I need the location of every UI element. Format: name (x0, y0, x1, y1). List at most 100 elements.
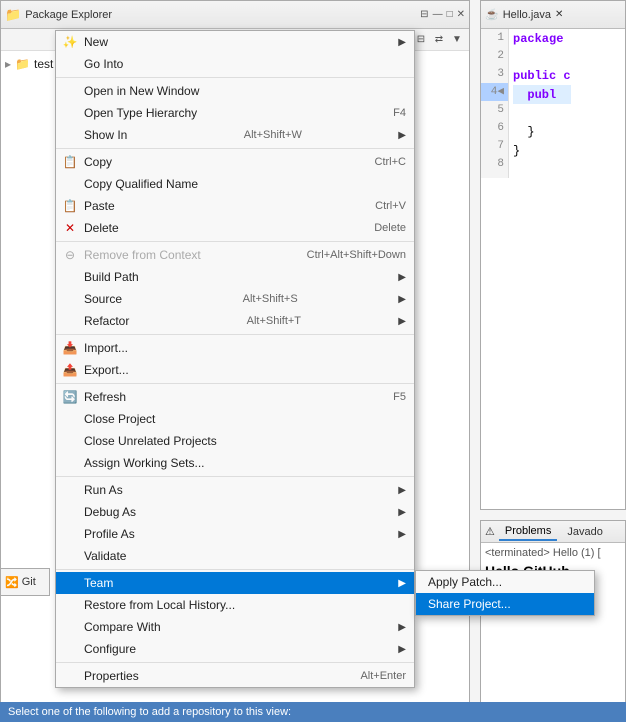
separator-4 (56, 334, 414, 335)
menu-item-close-project[interactable]: Close Project (56, 408, 414, 430)
menu-label-configure: Configure (84, 642, 136, 656)
package-explorer-minimize-icon[interactable]: — (433, 9, 443, 20)
package-explorer-title: Package Explorer (25, 9, 416, 21)
editor-close-icon[interactable]: ✕ (555, 9, 563, 20)
shortcut-f4: F4 (373, 107, 406, 119)
view-menu-icon[interactable]: ▼ (449, 32, 465, 48)
code-line-7: } (513, 141, 571, 160)
line-num-8: 8 (481, 155, 508, 173)
menu-item-run-as[interactable]: Run As ▶ (56, 479, 414, 501)
menu-item-go-into[interactable]: Go Into (56, 53, 414, 75)
refactor-arrow-icon: ▶ (398, 316, 406, 327)
shortcut-ctrl-c: Ctrl+C (355, 156, 406, 168)
menu-item-open-type-hierarchy[interactable]: Open Type Hierarchy F4 (56, 102, 414, 124)
menu-item-compare-with[interactable]: Compare With ▶ (56, 616, 414, 638)
export-icon: 📤 (62, 362, 78, 378)
import-icon: 📥 (62, 340, 78, 356)
menu-label-go-into: Go Into (84, 57, 123, 71)
status-bar-text: Select one of the following to add a rep… (8, 706, 291, 718)
menu-item-remove-context[interactable]: ⊖ Remove from Context Ctrl+Alt+Shift+Dow… (56, 244, 414, 266)
menu-item-copy-qualified[interactable]: Copy Qualified Name (56, 173, 414, 195)
code-line-3: public c (513, 66, 571, 85)
run-as-arrow-icon: ▶ (398, 485, 406, 496)
code-area: 1 2 3 4◀ 5 6 7 8 package public c publ }… (481, 29, 625, 178)
menu-item-build-path[interactable]: Build Path ▶ (56, 266, 414, 288)
shortcut-alt-shift-t: Alt+Shift+T (227, 315, 301, 327)
line-num-5: 5 (481, 101, 508, 119)
menu-item-copy[interactable]: 📋 Copy Ctrl+C (56, 151, 414, 173)
menu-item-team[interactable]: Team ▶ (56, 572, 414, 594)
menu-label-open-type-hierarchy: Open Type Hierarchy (84, 106, 197, 120)
menu-item-refresh[interactable]: 🔄 Refresh F5 (56, 386, 414, 408)
line-numbers: 1 2 3 4◀ 5 6 7 8 (481, 29, 509, 178)
separator-3 (56, 241, 414, 242)
separator-8 (56, 662, 414, 663)
show-in-arrow-icon: ▶ (398, 130, 406, 141)
submenu-item-share-project[interactable]: Share Project... (416, 593, 594, 615)
console-panel: ⚠ Problems Javado <terminated> Hello (1)… (480, 520, 626, 720)
menu-item-open-new-window[interactable]: Open in New Window (56, 80, 414, 102)
console-titlebar: ⚠ Problems Javado (481, 521, 625, 543)
collapse-all-icon[interactable]: ⊟ (413, 32, 429, 48)
menu-item-export[interactable]: 📤 Export... (56, 359, 414, 381)
menu-label-profile-as: Profile As (84, 527, 135, 541)
new-arrow-icon: ▶ (398, 37, 406, 48)
menu-label-source: Source (84, 292, 122, 306)
tab-javadoc[interactable]: Javado (561, 524, 608, 540)
editor-titlebar: ☕ Hello.java ✕ (481, 1, 625, 29)
menu-label-remove-context: Remove from Context (84, 248, 201, 262)
shortcut-remove-context: Ctrl+Alt+Shift+Down (287, 249, 406, 261)
package-explorer-close-icon[interactable]: ✕ (457, 9, 465, 20)
menu-item-profile-as[interactable]: Profile As ▶ (56, 523, 414, 545)
menu-item-validate[interactable]: Validate (56, 545, 414, 567)
separator-2 (56, 148, 414, 149)
menu-label-team: Team (84, 576, 113, 590)
delete-icon: ✕ (62, 220, 78, 236)
menu-item-properties[interactable]: Properties Alt+Enter (56, 665, 414, 687)
code-line-4: publ (513, 85, 571, 104)
separator-5 (56, 383, 414, 384)
menu-item-delete[interactable]: ✕ Delete Delete (56, 217, 414, 239)
menu-label-copy-qualified: Copy Qualified Name (84, 177, 198, 191)
submenu-label-apply-patch: Apply Patch... (428, 575, 502, 589)
menu-item-source[interactable]: Source Alt+Shift+S ▶ (56, 288, 414, 310)
menu-label-build-path: Build Path (84, 270, 139, 284)
menu-label-compare-with: Compare With (84, 620, 161, 634)
menu-item-show-in[interactable]: Show In Alt+Shift+W ▶ (56, 124, 414, 146)
line-num-2: 2 (481, 47, 508, 65)
git-panel: 🔀 Git (0, 568, 50, 596)
menu-label-assign-working-sets: Assign Working Sets... (84, 456, 205, 470)
menu-label-run-as: Run As (84, 483, 123, 497)
link-with-editor-icon[interactable]: ⇄ (431, 32, 447, 48)
line-num-1: 1 (481, 29, 508, 47)
configure-arrow-icon: ▶ (398, 644, 406, 655)
menu-item-paste[interactable]: 📋 Paste Ctrl+V (56, 195, 414, 217)
menu-label-close-unrelated: Close Unrelated Projects (84, 434, 217, 448)
menu-item-new[interactable]: ✨ New ▶ (56, 31, 414, 53)
menu-item-assign-working-sets[interactable]: Assign Working Sets... (56, 452, 414, 474)
menu-label-restore-history: Restore from Local History... (84, 598, 235, 612)
menu-item-import[interactable]: 📥 Import... (56, 337, 414, 359)
line-num-4: 4◀ (481, 83, 508, 101)
menu-item-debug-as[interactable]: Debug As ▶ (56, 501, 414, 523)
package-explorer-maximize-icon[interactable]: □ (447, 9, 453, 20)
code-line-1: package (513, 29, 571, 48)
menu-label-show-in: Show In (84, 128, 127, 142)
menu-item-configure[interactable]: Configure ▶ (56, 638, 414, 660)
tab-problems[interactable]: Problems (499, 523, 557, 541)
menu-label-copy: Copy (84, 155, 112, 169)
context-menu: ✨ New ▶ Go Into Open in New Window Open … (55, 30, 415, 688)
terminated-text: <terminated> Hello (1) [ (485, 547, 621, 559)
refresh-icon: 🔄 (62, 389, 78, 405)
menu-label-properties: Properties (84, 669, 139, 683)
submenu-item-apply-patch[interactable]: Apply Patch... (416, 571, 594, 593)
menu-item-refactor[interactable]: Refactor Alt+Shift+T ▶ (56, 310, 414, 332)
menu-item-close-unrelated[interactable]: Close Unrelated Projects (56, 430, 414, 452)
status-bar: Select one of the following to add a rep… (0, 702, 626, 722)
problems-icon: ⚠ (485, 525, 495, 538)
shortcut-f5: F5 (373, 391, 406, 403)
editor-panel: ☕ Hello.java ✕ 1 2 3 4◀ 5 6 7 8 package … (480, 0, 626, 510)
source-arrow-icon: ▶ (398, 294, 406, 305)
menu-item-restore-history[interactable]: Restore from Local History... (56, 594, 414, 616)
menu-label-debug-as: Debug As (84, 505, 136, 519)
